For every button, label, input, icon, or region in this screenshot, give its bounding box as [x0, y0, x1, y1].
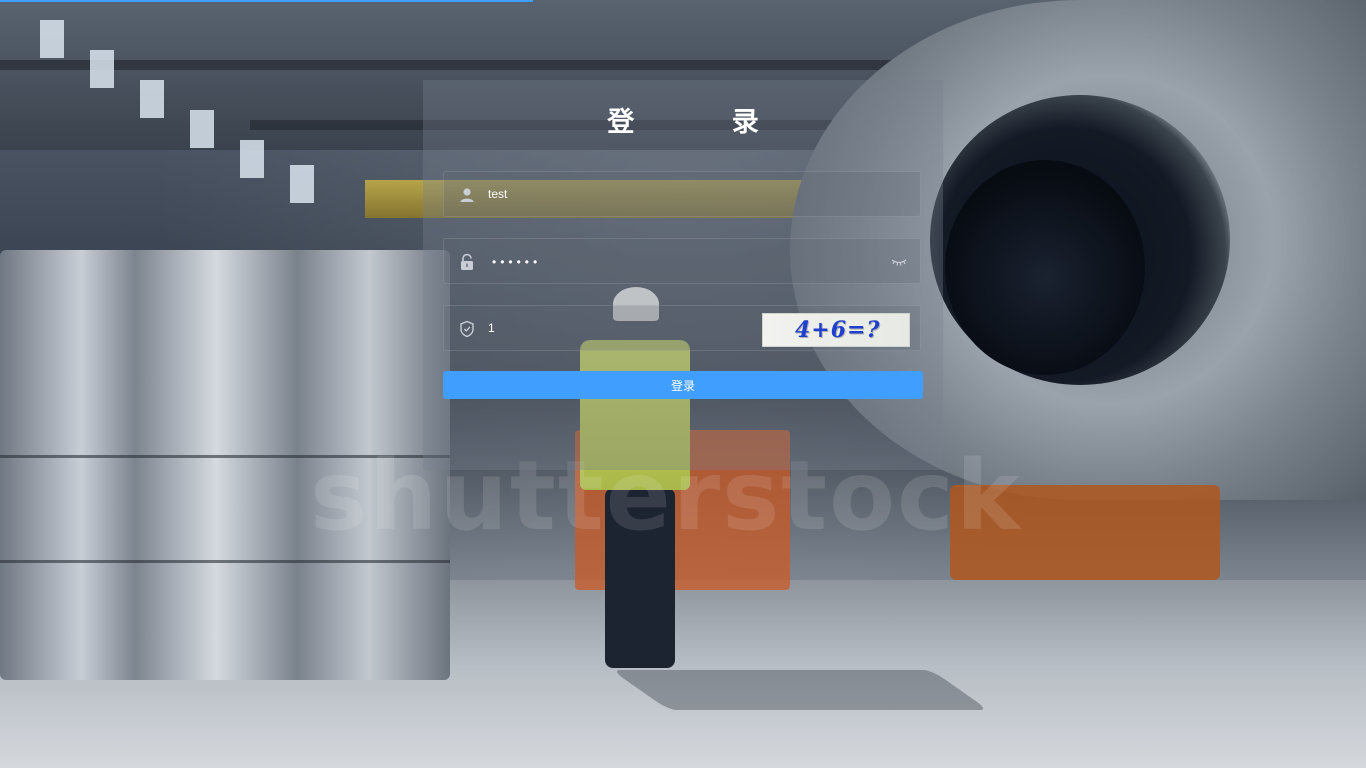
drum-interior: [945, 160, 1145, 375]
login-button[interactable]: 登录: [443, 371, 923, 399]
window: [190, 110, 214, 148]
captcha-input[interactable]: [488, 306, 738, 350]
eye-closed-icon[interactable]: [890, 252, 908, 270]
window: [90, 50, 114, 88]
top-progress-bar: [0, 0, 1366, 2]
window: [240, 140, 264, 178]
drum-support: [950, 485, 1220, 580]
worker-legs: [605, 488, 675, 668]
shield-icon: [458, 320, 476, 338]
lock-icon: [458, 253, 476, 271]
username-field[interactable]: [443, 171, 921, 217]
username-input[interactable]: [488, 172, 868, 216]
window: [40, 20, 64, 58]
login-title: 登 录: [607, 107, 803, 138]
window: [290, 165, 314, 203]
steel-tank: [0, 250, 450, 680]
window: [140, 80, 164, 118]
tank-seam: [0, 455, 450, 458]
password-field[interactable]: ••••••: [443, 238, 921, 284]
worker-shadow: [611, 670, 989, 710]
top-progress-fill: [0, 0, 533, 2]
password-input[interactable]: ••••••: [492, 239, 541, 283]
login-panel: 登 录 ••••••: [423, 80, 943, 470]
captcha-field[interactable]: 4+6=?: [443, 305, 921, 351]
user-icon: [458, 186, 476, 204]
tank-seam: [0, 560, 450, 563]
captcha-image[interactable]: 4+6=?: [762, 313, 910, 347]
